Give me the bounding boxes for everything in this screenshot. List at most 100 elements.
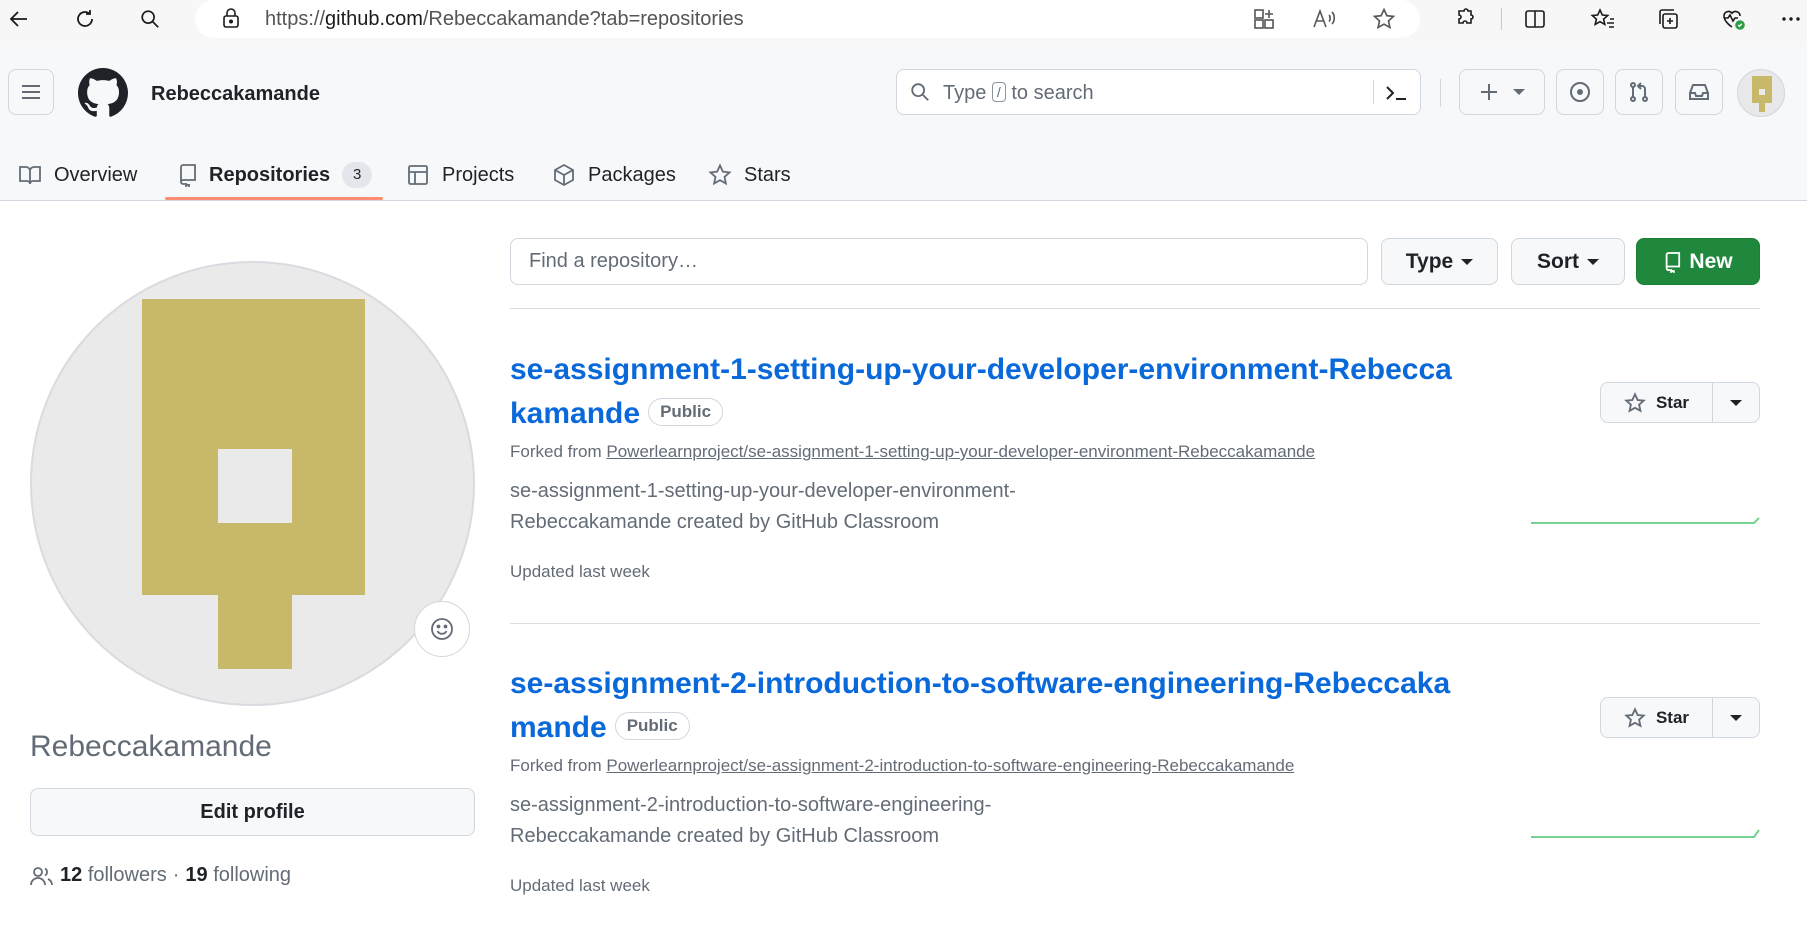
forked-source-link[interactable]: Powerlearnproject/se-assignment-2-introd… [606, 756, 1294, 775]
tab-label: Packages [588, 163, 676, 186]
forked-from: Forked from Powerlearnproject/se-assignm… [510, 442, 1316, 461]
issues-button[interactable] [1556, 69, 1604, 115]
following-link[interactable]: 19 following [185, 864, 291, 887]
star-list-dropdown[interactable] [1713, 698, 1759, 737]
tab-stars[interactable]: Stars [708, 150, 791, 200]
profile-avatar[interactable] [30, 261, 475, 706]
github-header: Rebeccakamande Type / to search Overview… [0, 46, 1807, 201]
followers-link[interactable]: 12 followers [60, 864, 167, 887]
favorites-icon[interactable] [1588, 4, 1618, 34]
people-icon [30, 866, 53, 885]
chevron-down-icon [1461, 258, 1474, 265]
tab-label: Overview [54, 163, 138, 186]
user-avatar[interactable] [1737, 69, 1785, 117]
search-icon [909, 81, 931, 103]
star-button[interactable]: Star [1600, 697, 1760, 738]
activity-sparkline [1531, 517, 1760, 524]
github-logo-icon[interactable] [78, 68, 128, 118]
repo-icon [180, 164, 196, 187]
book-icon [19, 166, 41, 185]
create-new-button[interactable] [1459, 69, 1545, 115]
browser-toolbar: https://github.com/Rebeccakamande?tab=re… [0, 0, 1807, 46]
hamburger-icon [22, 85, 40, 99]
star-icon [1624, 706, 1646, 728]
chevron-down-icon [1730, 399, 1742, 406]
star-toggle[interactable]: Star [1601, 698, 1713, 737]
find-repository-input[interactable]: Find a repository… [510, 238, 1368, 285]
slash-key-hint: / [991, 82, 1006, 102]
extensions-icon[interactable] [1450, 4, 1480, 34]
chevron-down-icon [1513, 89, 1525, 95]
divider [510, 308, 1760, 309]
chevron-down-icon [1587, 258, 1599, 265]
favorite-star-icon[interactable] [1370, 5, 1398, 33]
tab-label: Stars [744, 163, 791, 186]
browser-essentials-icon[interactable] [1718, 4, 1748, 34]
profile-username: Rebeccakamande [30, 730, 272, 763]
forked-from: Forked from Powerlearnproject/se-assignm… [510, 756, 1295, 775]
repo-description: se-assignment-2-introduction-to-software… [510, 794, 992, 847]
tab-label: Projects [442, 163, 515, 186]
split-screen-icon[interactable] [1520, 4, 1550, 34]
repo-title: se-assignment-2-introduction-to-software… [510, 662, 1460, 750]
star-toggle[interactable]: Star [1601, 383, 1713, 422]
toolbar-divider [1501, 8, 1502, 30]
star-list-dropdown[interactable] [1713, 383, 1759, 422]
sort-button[interactable]: Sort [1511, 238, 1625, 285]
list-item: se-assignment-1-setting-up-your-develope… [510, 348, 1760, 582]
search-input[interactable]: Type / to search [896, 69, 1421, 115]
updated-time: Updated last week [510, 876, 650, 895]
tab-repositories[interactable]: Repositories 3 [177, 150, 373, 200]
back-icon[interactable] [4, 4, 34, 34]
tab-packages[interactable]: Packages [552, 150, 676, 200]
repo-description: se-assignment-1-setting-up-your-develope… [510, 480, 1016, 533]
activity-sparkline [1531, 829, 1760, 838]
visibility-badge: Public [614, 712, 690, 740]
refresh-icon[interactable] [70, 4, 100, 34]
smiley-icon [431, 618, 453, 640]
pull-request-icon [1630, 82, 1648, 102]
updated-time: Updated last week [510, 562, 650, 581]
address-bar[interactable]: https://github.com/Rebeccakamande?tab=re… [195, 0, 1420, 38]
set-status-button[interactable] [414, 601, 470, 657]
edit-profile-button[interactable]: Edit profile [30, 788, 475, 836]
repo-icon [1666, 251, 1681, 273]
active-tab-indicator [165, 197, 383, 200]
follow-stats: 12 followers · 19 following [30, 864, 291, 887]
star-button[interactable]: Star [1600, 382, 1760, 423]
tab-overview[interactable]: Overview [18, 150, 137, 200]
issue-circle-icon [1570, 82, 1590, 102]
search-placeholder: Type / to search [943, 82, 1094, 104]
list-item: se-assignment-2-introduction-to-software… [510, 662, 1760, 896]
url-text[interactable]: https://github.com/Rebeccakamande?tab=re… [265, 8, 744, 31]
collections-icon[interactable] [1653, 4, 1683, 34]
tab-label: Repositories [209, 163, 331, 186]
command-palette-icon[interactable] [1384, 81, 1410, 105]
visibility-badge: Public [648, 398, 724, 426]
menu-button[interactable] [8, 69, 54, 115]
divider [510, 623, 1760, 624]
repository-count-badge: 3 [342, 162, 373, 188]
package-icon [554, 163, 574, 187]
inbox-icon [1689, 84, 1709, 100]
more-options-icon[interactable] [1776, 4, 1806, 34]
lock-icon[interactable] [220, 6, 242, 30]
type-filter-button[interactable]: Type [1381, 238, 1498, 285]
app-available-icon[interactable] [1250, 5, 1278, 33]
search-divider [1373, 80, 1374, 104]
forked-source-link[interactable]: Powerlearnproject/se-assignment-1-settin… [606, 442, 1315, 461]
chevron-down-icon [1730, 714, 1742, 721]
star-icon [1624, 391, 1646, 413]
inbox-button[interactable] [1675, 69, 1723, 115]
repo-title: se-assignment-1-setting-up-your-develope… [510, 348, 1460, 436]
new-repository-button[interactable]: New [1636, 238, 1760, 285]
star-icon [708, 163, 732, 186]
table-icon [408, 165, 428, 185]
pull-requests-button[interactable] [1615, 69, 1663, 115]
header-divider [1440, 79, 1441, 107]
search-icon[interactable] [135, 4, 165, 34]
tab-projects[interactable]: Projects [406, 150, 514, 200]
header-username[interactable]: Rebeccakamande [151, 83, 320, 106]
plus-icon [1481, 84, 1497, 100]
read-aloud-icon[interactable] [1310, 5, 1338, 33]
